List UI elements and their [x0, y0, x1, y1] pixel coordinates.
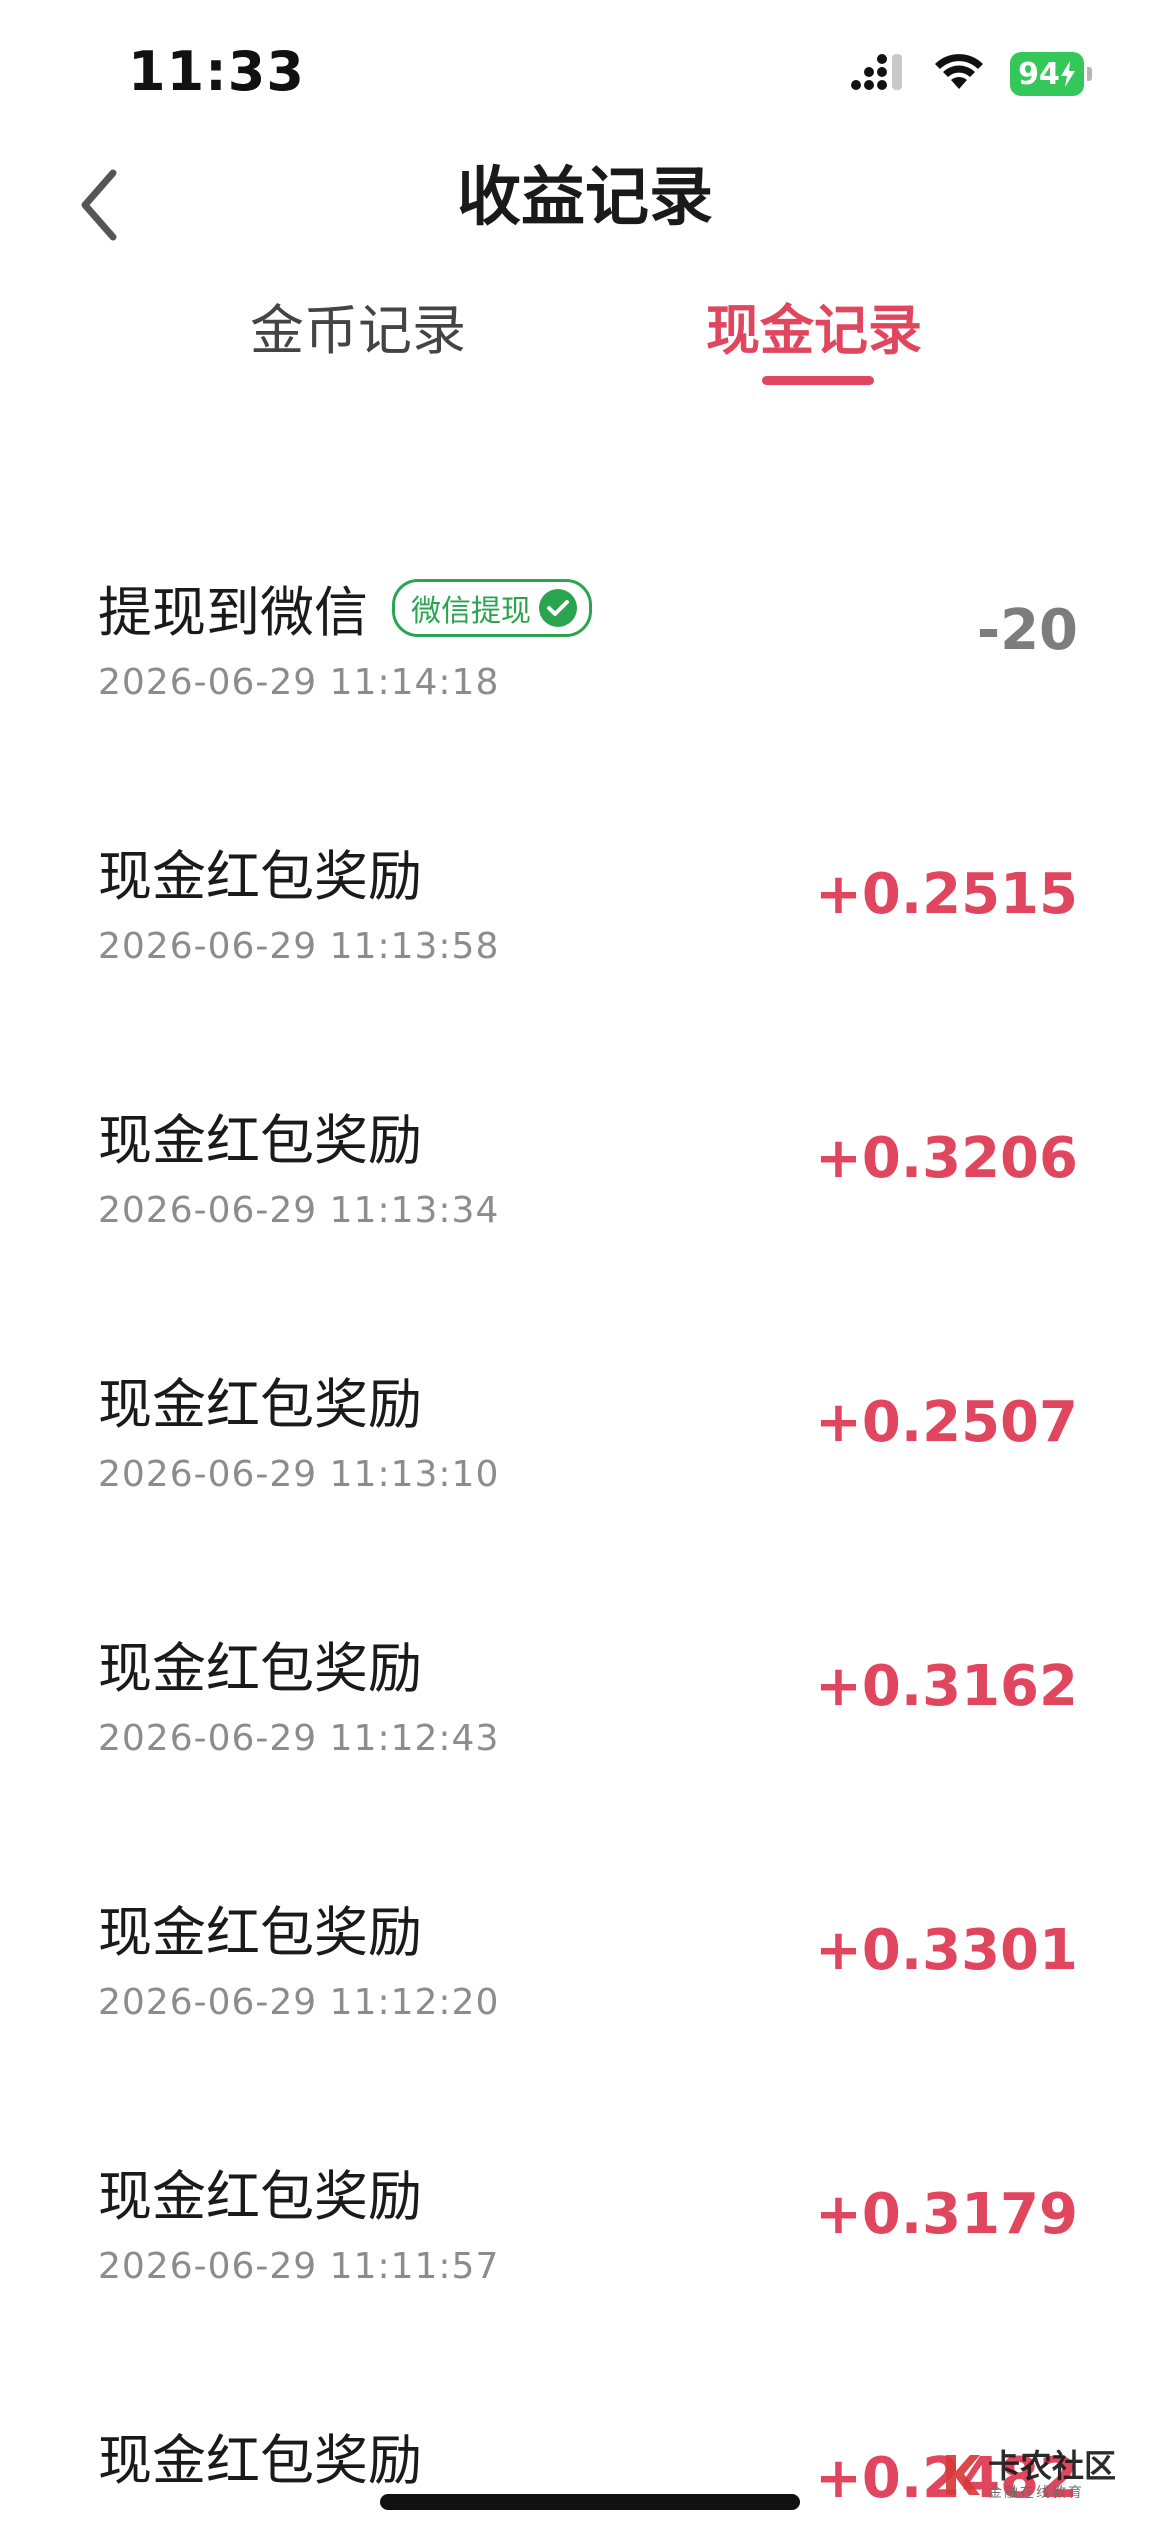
list-item[interactable]: 提现到微信 微信提现 2026-06-29 11:14:18 -20 [0, 540, 1170, 804]
record-time: 2026-06-29 11:11:57 [98, 2246, 500, 2287]
status-icons: 94 [850, 52, 1092, 96]
record-title-line: 现金红包奖励 [98, 1888, 422, 1967]
watermark-text-block: 卡农社区 金融在线教育 [988, 2450, 1116, 2500]
record-amount: +0.2515 [814, 862, 1078, 927]
record-amount: -20 [976, 598, 1078, 663]
record-title: 现金红包奖励 [98, 1637, 422, 1700]
record-amount: +0.2507 [814, 1390, 1078, 1455]
page-title: 收益记录 [457, 161, 713, 235]
record-title-line: 现金红包奖励 [98, 2416, 422, 2495]
list-item[interactable]: 现金红包奖励 2026-06-29 11:12:20 +0.3301 [0, 1860, 1170, 2124]
record-time: 2026-06-29 11:12:43 [98, 1718, 500, 1759]
home-indicator[interactable] [380, 2494, 800, 2510]
record-amount: +0.3162 [814, 1654, 1078, 1719]
record-list: 提现到微信 微信提现 2026-06-29 11:14:18 -20 现金红包奖… [0, 540, 1170, 2532]
record-time: 2026-06-29 11:13:58 [98, 926, 500, 967]
record-title: 现金红包奖励 [98, 845, 422, 908]
list-item[interactable]: 现金红包奖励 2026-06-29 11:13:34 +0.3206 [0, 1068, 1170, 1332]
tab-coin-records[interactable]: 金币记录 [250, 286, 466, 365]
wifi-icon [934, 53, 984, 95]
record-title-line: 现金红包奖励 [98, 1096, 422, 1175]
watermark-text: 卡农社区 [987, 2447, 1116, 2485]
record-amount: +0.3179 [814, 2182, 1078, 2247]
battery-cap [1087, 67, 1092, 81]
badge-label: 微信提现 [411, 593, 531, 629]
watermark-subtext: 金融在线教育 [987, 2485, 1084, 2501]
community-watermark: 卡农社区 金融在线教育 [942, 2450, 1116, 2500]
record-amount: +0.3206 [814, 1126, 1078, 1191]
record-amount: +0.3301 [814, 1918, 1078, 1983]
battery-level: 94 [1010, 52, 1084, 96]
record-title-line: 现金红包奖励 [98, 1624, 422, 1703]
check-icon [539, 588, 577, 627]
list-item[interactable]: 现金红包奖励 2026-06-29 11:13:58 +0.2515 [0, 804, 1170, 1068]
list-item[interactable]: 现金红包奖励 2026-06-29 11:13:10 +0.2507 [0, 1332, 1170, 1596]
battery-percent: 94 [1018, 56, 1060, 92]
tab-cash-records[interactable]: 现金记录 [706, 286, 922, 365]
record-title: 现金红包奖励 [98, 1901, 422, 1964]
cellular-signal-icon [850, 52, 908, 96]
record-title-line: 现金红包奖励 [98, 1360, 422, 1439]
battery-charging-icon: 94 [1010, 52, 1092, 96]
record-title-line: 现金红包奖励 [98, 2152, 422, 2231]
record-title: 现金红包奖励 [98, 1373, 422, 1436]
status-bar: 11:33 94 [0, 0, 1170, 150]
record-time: 2026-06-29 11:13:10 [98, 1454, 500, 1495]
record-time: 2026-06-29 11:14:18 [98, 662, 500, 703]
record-title: 提现到微信 [98, 581, 368, 644]
wechat-withdraw-badge: 微信提现 [392, 578, 592, 637]
record-title-line: 提现到微信 微信提现 [98, 568, 592, 647]
list-item[interactable]: 现金红包奖励 2026-06-29 11:11:57 +0.3179 [0, 2124, 1170, 2388]
record-tabs: 金币记录 现金记录 [0, 280, 1170, 400]
watermark-logo-icon [945, 2455, 980, 2495]
status-time: 11:33 [128, 40, 305, 103]
record-title: 现金红包奖励 [98, 1109, 422, 1172]
active-tab-indicator [762, 376, 874, 385]
record-time: 2026-06-29 11:12:20 [98, 1982, 500, 2023]
list-item[interactable]: 现金红包奖励 2026-06-29 11:12:43 +0.3162 [0, 1596, 1170, 1860]
screen: 11:33 94 收益记录 金币记录 现金记录 提现到微信 微信提现 2026-… [0, 0, 1170, 2532]
record-title: 现金红包奖励 [98, 2429, 422, 2492]
record-title: 现金红包奖励 [98, 2165, 422, 2228]
record-time: 2026-06-29 11:13:34 [98, 1190, 500, 1231]
nav-header: 收益记录 [0, 140, 1170, 280]
record-title-line: 现金红包奖励 [98, 832, 422, 911]
bolt-icon [1060, 61, 1075, 87]
